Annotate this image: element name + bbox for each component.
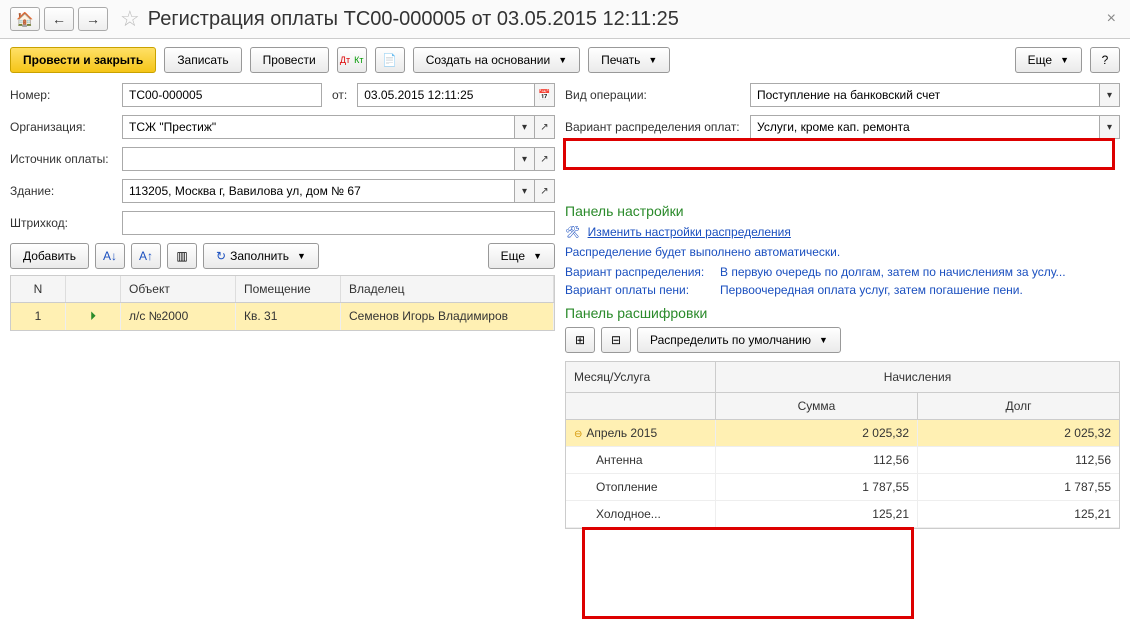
back-button[interactable]: ← <box>44 7 74 31</box>
add-button[interactable]: Добавить <box>10 243 89 269</box>
favorite-icon[interactable]: ☆ <box>120 6 140 32</box>
help-button[interactable]: ? <box>1090 47 1120 73</box>
col-sum[interactable]: Сумма <box>716 393 918 419</box>
number-label: Номер: <box>10 88 122 102</box>
col-debt[interactable]: Долг <box>918 393 1119 419</box>
col-object[interactable]: Объект <box>121 276 236 302</box>
dt-kt-button[interactable]: ДтКт <box>337 47 367 73</box>
auto-text: Распределение будет выполнено автоматиче… <box>565 245 1120 259</box>
org-dropdown-icon[interactable]: ▾ <box>515 115 535 139</box>
col-room[interactable]: Помещение <box>236 276 341 302</box>
building-label: Здание: <box>10 184 122 198</box>
calendar-icon[interactable]: 📅 <box>535 83 555 107</box>
building-field[interactable] <box>122 179 515 203</box>
commit-close-button[interactable]: Провести и закрыть <box>10 47 156 73</box>
optype-label: Вид операции: <box>565 88 750 102</box>
number-field[interactable] <box>122 83 322 107</box>
highlight-annotation-2 <box>582 527 914 619</box>
fill-button[interactable]: ↻ Заполнить▼ <box>203 243 319 269</box>
settings-panel-title: Панель настройки <box>565 203 1120 219</box>
barcode-field[interactable] <box>122 211 555 235</box>
org-label: Организация: <box>10 120 122 134</box>
peni-label: Вариант оплаты пени: <box>565 283 720 297</box>
forward-button[interactable]: → <box>78 7 108 31</box>
source-field[interactable] <box>122 147 515 171</box>
dist-variant-value: В первую очередь по долгам, затем по нач… <box>720 265 1066 279</box>
create-based-button[interactable]: Создать на основании▼ <box>413 47 580 73</box>
cell-n: 1 <box>11 303 66 330</box>
variant-label: Вариант распределения оплат: <box>565 120 750 134</box>
barcode-label: Штрихкод: <box>10 216 122 230</box>
sort-desc-button[interactable]: A↑ <box>131 243 161 269</box>
org-field[interactable] <box>122 115 515 139</box>
commit-button[interactable]: Провести <box>250 47 329 73</box>
expand-all-button[interactable]: ⊞ <box>565 327 595 353</box>
col-n[interactable]: N <box>11 276 66 302</box>
detail-row[interactable]: Холодное... 125,21 125,21 <box>566 501 1119 528</box>
col-owner[interactable]: Владелец <box>341 276 554 302</box>
save-button[interactable]: Записать <box>164 47 241 73</box>
change-settings-link[interactable]: Изменить настройки распределения <box>588 225 791 239</box>
col-icon <box>66 276 121 302</box>
optype-dropdown-icon[interactable]: ▾ <box>1100 83 1120 107</box>
variant-field[interactable] <box>750 115 1100 139</box>
source-label: Источник оплаты: <box>10 152 122 166</box>
dist-variant-label: Вариант распределения: <box>565 265 720 279</box>
building-open-icon[interactable]: ↗ <box>535 179 555 203</box>
source-open-icon[interactable]: ↗ <box>535 147 555 171</box>
row-flag-icon: ⏵ <box>66 303 121 330</box>
close-button[interactable]: × <box>1107 10 1116 28</box>
collapse-all-button[interactable]: ⊟ <box>601 327 631 353</box>
date-field[interactable] <box>357 83 535 107</box>
building-dropdown-icon[interactable]: ▾ <box>515 179 535 203</box>
report-button[interactable]: 📄 <box>375 47 405 73</box>
detail-panel-title: Панель расшифровки <box>565 305 1120 321</box>
wrench-icon: 🛠 <box>565 225 580 239</box>
from-label: от: <box>322 88 357 102</box>
cell-owner: Семенов Игорь Владимиров <box>341 303 554 330</box>
home-button[interactable]: 🏠 <box>10 7 40 31</box>
page-title: Регистрация оплаты ТС00-000005 от 03.05.… <box>148 8 679 31</box>
collapse-icon[interactable]: ⊖ <box>574 429 582 440</box>
more-button[interactable]: Еще▼ <box>1015 47 1082 73</box>
distribute-button[interactable]: Распределить по умолчанию▼ <box>637 327 841 353</box>
org-open-icon[interactable]: ↗ <box>535 115 555 139</box>
cell-obj: л/с №2000 <box>121 303 236 330</box>
sort-asc-button[interactable]: A↓ <box>95 243 125 269</box>
detail-row[interactable]: Антенна 112,56 112,56 <box>566 447 1119 474</box>
optype-field[interactable] <box>750 83 1100 107</box>
source-dropdown-icon[interactable]: ▾ <box>515 147 535 171</box>
more2-button[interactable]: Еще▼ <box>488 243 555 269</box>
table-row[interactable]: 1 ⏵ л/с №2000 Кв. 31 Семенов Игорь Влади… <box>11 303 554 330</box>
accounts-grid: N Объект Помещение Владелец 1 ⏵ л/с №200… <box>10 275 555 331</box>
detail-grid: Месяц/Услуга Начисления Сумма Долг ⊖Апре… <box>565 361 1120 529</box>
detail-row-group[interactable]: ⊖Апрель 2015 2 025,32 2 025,32 <box>566 420 1119 447</box>
cell-room: Кв. 31 <box>236 303 341 330</box>
variant-dropdown-icon[interactable]: ▾ <box>1100 115 1120 139</box>
col-charges[interactable]: Начисления <box>716 362 1119 392</box>
peni-value: Первоочередная оплата услуг, затем погаш… <box>720 283 1023 297</box>
detail-row[interactable]: Отопление 1 787,55 1 787,55 <box>566 474 1119 501</box>
print-button[interactable]: Печать▼ <box>588 47 670 73</box>
col-month[interactable]: Месяц/Услуга <box>566 362 716 392</box>
barcode-button[interactable]: ▥ <box>167 243 197 269</box>
